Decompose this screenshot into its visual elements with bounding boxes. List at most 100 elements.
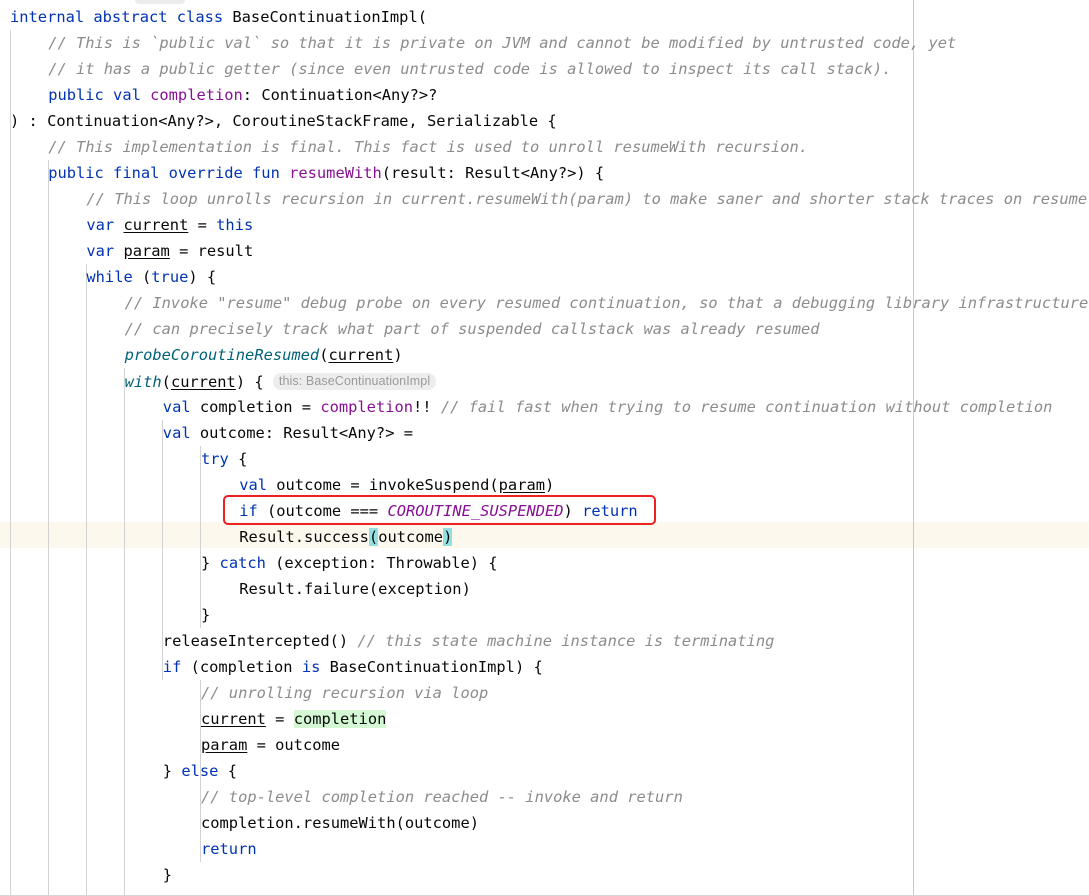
code-token-plain: = bbox=[188, 216, 216, 234]
code-token-brace: ) bbox=[443, 528, 452, 546]
code-token-kw: is bbox=[302, 658, 330, 676]
code-line[interactable]: // unrolling recursion via loop bbox=[201, 680, 488, 706]
code-line[interactable]: Result.failure(exception) bbox=[239, 576, 471, 602]
code-token-plain: completion.resumeWith(outcome) bbox=[201, 814, 479, 832]
code-token-plain: BaseContinuationImpl) { bbox=[330, 658, 543, 676]
code-token-plain: releaseIntercepted() bbox=[163, 632, 358, 650]
code-line[interactable]: current = completion bbox=[201, 706, 386, 732]
code-line[interactable]: } bbox=[201, 602, 210, 628]
code-token-comment: // Invoke "resume" debug probe on every … bbox=[125, 294, 1089, 312]
code-line[interactable]: // it has a public getter (since even un… bbox=[48, 56, 891, 82]
code-token-plain: ( bbox=[162, 373, 171, 391]
code-token-kw: catch bbox=[220, 554, 276, 572]
code-token-kw: try bbox=[201, 450, 238, 468]
code-line[interactable]: try { bbox=[201, 446, 247, 472]
code-line[interactable]: internal abstract class BaseContinuation… bbox=[10, 4, 427, 30]
code-editor[interactable]: internal abstract class BaseContinuation… bbox=[0, 0, 1089, 896]
code-line[interactable]: ) : Continuation<Any?>, CoroutineStackFr… bbox=[10, 108, 557, 134]
code-token-plain: } bbox=[201, 554, 220, 572]
code-token-mut: current bbox=[171, 373, 236, 391]
code-token-plain: !! bbox=[413, 398, 441, 416]
code-line[interactable]: // This implementation is final. This fa… bbox=[48, 134, 808, 160]
code-token-prop: completion bbox=[150, 86, 243, 104]
code-line[interactable]: if (completion is BaseContinuationImpl) … bbox=[163, 654, 543, 680]
code-token-kw: internal abstract class bbox=[10, 8, 232, 26]
code-token-plain: } bbox=[163, 762, 182, 780]
code-token-comment: // this state machine instance is termin… bbox=[357, 632, 774, 650]
code-token-plain: ) { bbox=[188, 268, 216, 286]
code-token-comment: // it has a public getter (since even un… bbox=[48, 60, 891, 78]
code-token-plain: Result.failure(exception) bbox=[239, 580, 471, 598]
code-token-plain: completion = bbox=[200, 398, 320, 416]
code-line[interactable]: // can precisely track what part of susp… bbox=[125, 316, 820, 342]
code-token-prop: completion bbox=[320, 398, 413, 416]
code-token-kw: val bbox=[163, 424, 200, 442]
code-token-plain: ( bbox=[142, 268, 151, 286]
code-token-mut: current bbox=[123, 216, 188, 234]
code-token-comment: // can precisely track what part of susp… bbox=[125, 320, 820, 338]
code-token-kw: this bbox=[216, 216, 253, 234]
code-token-mut: param bbox=[201, 736, 247, 754]
code-token-kw: public val bbox=[48, 86, 150, 104]
code-token-green: completion bbox=[294, 710, 387, 728]
code-token-fn: probeCoroutineResumed bbox=[125, 346, 320, 364]
code-line[interactable]: public final override fun resumeWith(res… bbox=[48, 160, 604, 186]
code-token-plain: BaseContinuationImpl( bbox=[232, 8, 427, 26]
code-line[interactable]: releaseIntercepted() // this state machi… bbox=[163, 628, 775, 654]
code-line[interactable]: public val completion: Continuation<Any?… bbox=[48, 82, 437, 108]
code-line[interactable]: } bbox=[163, 862, 172, 888]
code-line[interactable]: } catch (exception: Throwable) { bbox=[201, 550, 498, 576]
code-text-layer[interactable]: internal abstract class BaseContinuation… bbox=[0, 0, 1089, 895]
code-line[interactable]: } else { bbox=[163, 758, 237, 784]
code-token-plain bbox=[264, 373, 273, 391]
code-token-kw: public final override fun bbox=[48, 164, 289, 182]
code-line[interactable]: var param = result bbox=[86, 238, 253, 264]
code-line[interactable]: // This is `public val` so that it is pr… bbox=[48, 30, 956, 56]
code-token-comment: // fail fast when trying to resume conti… bbox=[441, 398, 1053, 416]
code-token-plain: outcome = invokeSuspend( bbox=[276, 476, 498, 494]
code-token-comment: // unrolling recursion via loop bbox=[201, 684, 488, 702]
code-line[interactable]: completion.resumeWith(outcome) bbox=[201, 810, 479, 836]
code-token-kw: else bbox=[181, 762, 227, 780]
code-token-plain: ) bbox=[393, 346, 402, 364]
code-line[interactable]: // This loop unrolls recursion in curren… bbox=[86, 186, 1087, 212]
code-token-plain: { bbox=[238, 450, 247, 468]
code-token-plain: : Continuation<Any?>? bbox=[243, 86, 438, 104]
code-line[interactable]: probeCoroutineResumed(current) bbox=[125, 342, 403, 368]
code-token-plain: ) : Continuation<Any?>, CoroutineStackFr… bbox=[10, 112, 557, 130]
code-line[interactable]: val outcome: Result<Any?> = bbox=[163, 420, 413, 446]
code-line[interactable]: var current = this bbox=[86, 212, 253, 238]
code-token-kw: var bbox=[86, 242, 123, 260]
code-token-plain: = outcome bbox=[247, 736, 340, 754]
code-token-kw: val bbox=[239, 476, 276, 494]
code-token-plain: ) { bbox=[236, 373, 264, 391]
code-token-brace: ( bbox=[369, 528, 378, 546]
code-token-kw: return bbox=[201, 840, 257, 858]
code-token-plain: { bbox=[228, 762, 237, 780]
code-line[interactable]: Result.success(outcome) bbox=[239, 524, 452, 550]
code-token-comment: // This is `public val` so that it is pr… bbox=[48, 34, 956, 52]
code-line[interactable]: param = outcome bbox=[201, 732, 340, 758]
code-token-plain: (result: Result<Any?>) { bbox=[382, 164, 604, 182]
code-token-kw: if bbox=[163, 658, 191, 676]
red-annotation-box bbox=[223, 495, 656, 525]
inlay-hint-chip: this: BaseContinuationImpl bbox=[273, 373, 436, 390]
code-token-plain: = bbox=[266, 710, 294, 728]
code-token-plain: outcome: Result<Any?> = bbox=[200, 424, 413, 442]
code-token-comment: // This implementation is final. This fa… bbox=[48, 138, 808, 156]
code-token-plain: (completion bbox=[191, 658, 302, 676]
code-token-fn: with bbox=[125, 373, 162, 391]
code-line[interactable]: // top-level completion reached -- invok… bbox=[201, 784, 683, 810]
code-line[interactable]: val completion = completion!! // fail fa… bbox=[163, 394, 1053, 420]
code-line[interactable]: while (true) { bbox=[86, 264, 216, 290]
code-token-prop: resumeWith bbox=[289, 164, 382, 182]
code-line[interactable]: with(current) { this: BaseContinuationIm… bbox=[125, 368, 437, 394]
code-token-plain: outcome bbox=[378, 528, 443, 546]
code-token-kw: while bbox=[86, 268, 142, 286]
code-token-comment: // This loop unrolls recursion in curren… bbox=[86, 190, 1087, 208]
code-token-plain: ) bbox=[545, 476, 554, 494]
code-line[interactable]: return bbox=[201, 836, 257, 862]
code-token-mut: param bbox=[499, 476, 545, 494]
code-line[interactable]: // Invoke "resume" debug probe on every … bbox=[125, 290, 1089, 316]
code-token-kw: val bbox=[163, 398, 200, 416]
